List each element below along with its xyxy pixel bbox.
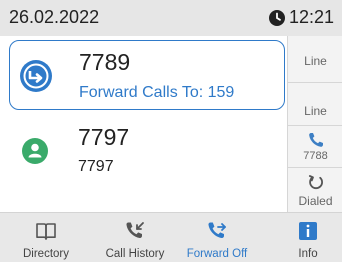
call-forward-info: Forward Calls To: 159 <box>79 84 235 101</box>
call-number: 7789 <box>79 49 131 75</box>
line-key-label: Line <box>304 54 327 68</box>
softkey-bar: Directory Call History Forward Off Info <box>0 212 342 262</box>
contact-person-icon <box>22 138 48 164</box>
status-bar: 26.02.2022 12:21 <box>0 0 342 36</box>
call-item-contact[interactable]: 7797 7797 <box>9 116 285 186</box>
book-icon <box>36 223 56 240</box>
call-history-icon <box>126 222 144 239</box>
line-key-dialed[interactable]: Dialed <box>288 168 342 212</box>
softkey-label: Forward Off <box>186 248 248 260</box>
call-forward-icon <box>20 60 52 92</box>
line-keys-panel: Line Line 7788 Dialed <box>287 36 342 212</box>
line-key-label: 7788 <box>303 150 328 162</box>
call-forward-icon <box>208 222 226 239</box>
softkey-label: Directory <box>22 248 69 260</box>
redial-icon <box>308 175 323 190</box>
softkey-label: Info <box>298 248 318 260</box>
line-key-7788[interactable]: 7788 <box>288 126 342 168</box>
phone-screen: 26.02.2022 12:21 7789 Forward Calls To: … <box>0 0 342 262</box>
status-time: 12:21 <box>289 7 335 27</box>
softkey-info[interactable]: Info <box>283 213 333 262</box>
status-date: 26.02.2022 <box>9 7 100 27</box>
softkey-forward-off[interactable]: Forward Off <box>180 213 254 262</box>
line-key-1[interactable]: Line <box>288 36 342 83</box>
clock-icon <box>269 10 285 26</box>
line-key-label: Dialed <box>298 194 333 208</box>
softkey-directory[interactable]: Directory <box>10 213 82 262</box>
call-subtext: 7797 <box>78 158 114 175</box>
calls-list: 7789 Forward Calls To: 159 7797 7797 <box>0 36 287 212</box>
line-key-label: Line <box>304 104 327 118</box>
softkey-call-history[interactable]: Call History <box>94 213 176 262</box>
call-number: 7797 <box>78 124 130 150</box>
phone-handset-icon <box>309 133 323 147</box>
call-item-forwarding[interactable]: 7789 Forward Calls To: 159 <box>9 40 285 110</box>
info-icon <box>299 222 317 240</box>
softkey-label: Call History <box>105 248 165 260</box>
line-key-2[interactable]: Line <box>288 83 342 126</box>
